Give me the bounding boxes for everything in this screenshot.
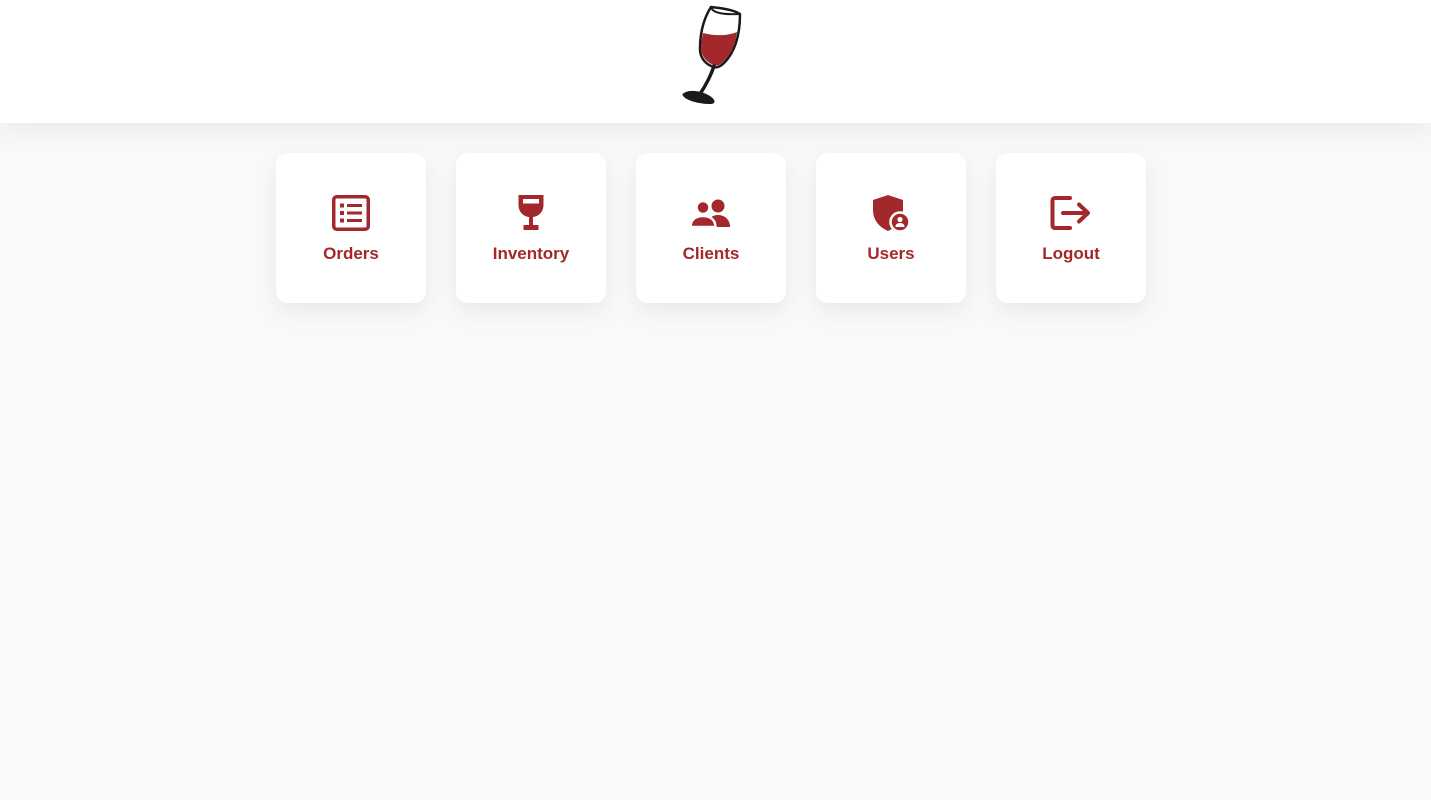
clients-label: Clients bbox=[682, 244, 740, 263]
clients-tile[interactable]: Clients bbox=[636, 153, 786, 303]
orders-label: Orders bbox=[323, 244, 379, 263]
top-header bbox=[0, 0, 1431, 123]
wine-glass-logo[interactable] bbox=[676, 3, 746, 107]
user-shield-icon bbox=[869, 193, 913, 233]
logout-label: Logout bbox=[1042, 244, 1100, 263]
users-icon bbox=[689, 193, 733, 233]
list-icon bbox=[329, 193, 373, 233]
logout-icon bbox=[1049, 193, 1093, 233]
logout-tile[interactable]: Logout bbox=[996, 153, 1146, 303]
users-tile[interactable]: Users bbox=[816, 153, 966, 303]
inventory-tile[interactable]: Inventory bbox=[456, 153, 606, 303]
users-label: Users bbox=[867, 244, 915, 263]
dashboard-menu: Orders Inventory Clients Users Logout bbox=[276, 153, 1146, 303]
orders-tile[interactable]: Orders bbox=[276, 153, 426, 303]
wine-glass-icon bbox=[509, 193, 553, 233]
inventory-label: Inventory bbox=[492, 244, 570, 263]
